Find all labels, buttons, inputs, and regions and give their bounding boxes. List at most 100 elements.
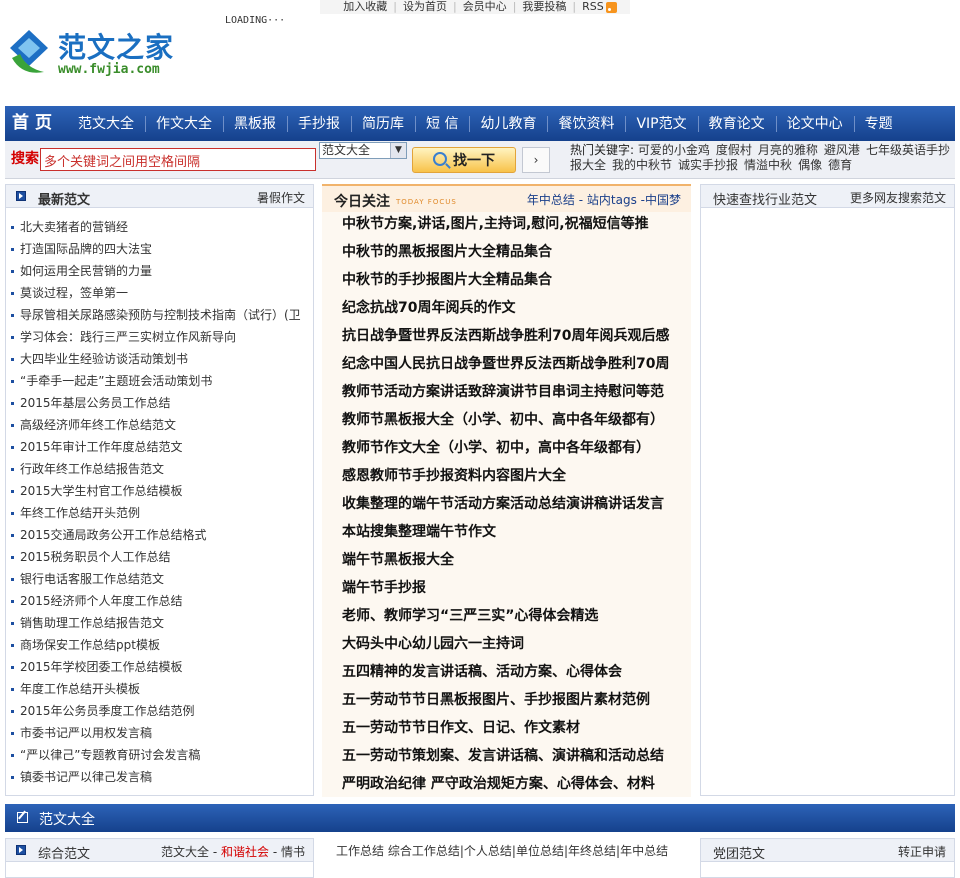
nav-item[interactable]: 餐饮资料 — [547, 106, 625, 141]
site-url[interactable]: www.fwjia.com — [58, 62, 160, 77]
list-item[interactable]: 年终工作总结开头范例 — [9, 502, 313, 524]
summary-link[interactable]: 综合工作总结 — [388, 844, 460, 858]
search-button[interactable]: 找一下 — [412, 147, 516, 173]
list-item[interactable]: 2015交通局政务公开工作总结格式 — [9, 524, 313, 546]
hot-keyword[interactable]: 可爱的小金鸡 — [638, 143, 710, 157]
nav-home[interactable]: 首 页 — [5, 106, 59, 141]
focus-link[interactable]: 站内tags — [587, 193, 637, 207]
hot-keyword[interactable]: 我的中秋节 — [612, 158, 672, 172]
nav-item[interactable]: 短 信 — [415, 106, 469, 141]
search-category-select[interactable]: 范文大全 ▼ — [319, 142, 407, 159]
list-item[interactable]: 市委书记严以用权发言稿 — [9, 722, 313, 744]
focus-link[interactable]: 中国梦 — [645, 193, 681, 207]
list-item[interactable]: 行政年终工作总结报告范文 — [9, 458, 313, 480]
more-link[interactable]: 范文大全 — [161, 845, 209, 859]
add-favorite-link[interactable]: 加入收藏 — [343, 0, 387, 13]
nav-item[interactable]: 黑板报 — [223, 106, 287, 141]
list-item[interactable]: 高级经济师年终工作总结范文 — [9, 414, 313, 436]
more-link[interactable]: 情书 — [281, 845, 305, 859]
list-item[interactable]: 2015税务职员个人工作总结 — [9, 546, 313, 568]
focus-item[interactable]: 教师节活动方案讲话致辞演讲节目串词主持慰问等范 — [342, 381, 691, 409]
hot-keyword[interactable]: 诚实手抄报 — [678, 158, 738, 172]
arrow-box-icon — [16, 845, 26, 855]
panel-more-link[interactable]: 转正申请 — [898, 843, 946, 860]
list-item[interactable]: 打造国际品牌的四大法宝 — [9, 238, 313, 260]
list-item[interactable]: 2015经济师个人年度工作总结 — [9, 590, 313, 612]
nav-item[interactable]: 专题 — [853, 106, 904, 141]
panel-more-link[interactable]: 更多网友搜索范文 — [850, 189, 946, 206]
focus-link[interactable]: 年中总结 — [527, 193, 575, 207]
list-item[interactable]: 北大卖猪者的营销经 — [9, 216, 313, 238]
nav-item[interactable]: 论文中心 — [775, 106, 854, 141]
submit-article-link[interactable]: 我要投稿 — [522, 0, 566, 13]
focus-item[interactable]: 中秋节的手抄报图片大全精品集合 — [342, 269, 691, 297]
hot-keywords: 热门关键字: 可爱的小金鸡 度假村 月亮的雅称 避风港 七年级英语手抄报大全 我的中秋节诚… — [570, 143, 956, 177]
focus-item[interactable]: 老师、教师学习“三严三实”心得体会精选 — [342, 605, 691, 633]
list-item[interactable]: 2015年公务员季度工作总结范例 — [9, 700, 313, 722]
search-input[interactable]: 多个关键词之间用空格间隔 — [40, 148, 316, 171]
focus-item[interactable]: 本站搜集整理端午节作文 — [342, 521, 691, 549]
list-item[interactable]: 2015年学校团委工作总结模板 — [9, 656, 313, 678]
focus-item[interactable]: 纪念抗战70周年阅兵的作文 — [342, 297, 691, 325]
nav-item[interactable]: 作文大全 — [145, 106, 223, 141]
hot-keyword[interactable]: 德育 — [828, 158, 852, 172]
nav-item[interactable]: VIP范文 — [625, 106, 697, 141]
hot-keyword[interactable]: 度假村 — [716, 143, 752, 157]
hot-keyword[interactable]: 偶像 — [798, 158, 822, 172]
set-homepage-link[interactable]: 设为首页 — [403, 0, 447, 13]
member-center-link[interactable]: 会员中心 — [463, 0, 507, 13]
panel-more-link[interactable]: 暑假作文 — [257, 189, 305, 206]
more-link[interactable]: 和谐社会 — [221, 845, 269, 859]
focus-item[interactable]: 五四精神的发言讲话稿、活动方案、心得体会 — [342, 661, 691, 689]
list-item[interactable]: 镇委书记严以律己发言稿 — [9, 766, 313, 788]
focus-item[interactable]: 五一劳动节节日作文、日记、作文素材 — [342, 717, 691, 745]
focus-item[interactable]: 端午节黑板报大全 — [342, 549, 691, 577]
focus-item[interactable]: 教师节作文大全（小学、初中，高中各年级都有） — [342, 437, 691, 465]
focus-item[interactable]: 中秋节方案,讲话,图片,主持词,慰问,祝福短信等推 — [342, 213, 691, 241]
focus-item[interactable]: 收集整理的端午节活动方案活动总结演讲稿讲话发言 — [342, 493, 691, 521]
site-title[interactable]: 范文之家 — [58, 26, 174, 66]
hot-keyword[interactable]: 情溢中秋 — [744, 158, 792, 172]
nav-item[interactable]: 幼儿教育 — [469, 106, 547, 141]
list-item[interactable]: 商场保安工作总结ppt模板 — [9, 634, 313, 656]
list-item[interactable]: 大四毕业生经验访谈活动策划书 — [9, 348, 313, 370]
summary-link[interactable]: 年中总结 — [620, 844, 668, 858]
logo-icon[interactable] — [8, 28, 50, 78]
focus-item[interactable]: 感恩教师节手抄报资料内容图片大全 — [342, 465, 691, 493]
focus-item[interactable]: 五一劳动节策划案、发言讲话稿、演讲稿和活动总结 — [342, 745, 691, 773]
list-item[interactable]: 2015年基层公务员工作总结 — [9, 392, 313, 414]
hot-keyword[interactable]: 月亮的雅称 — [758, 143, 818, 157]
list-item[interactable]: 年度工作总结开头模板 — [9, 678, 313, 700]
focus-item[interactable]: 五一劳动节节日黑板报图片、手抄报图片素材范例 — [342, 689, 691, 717]
focus-item[interactable]: 纪念中国人民抗日战争暨世界反法西斯战争胜利70周 — [342, 353, 691, 381]
summary-link[interactable]: 年终总结 — [568, 844, 616, 858]
rss-link[interactable]: RSS — [582, 0, 617, 13]
hot-keyword[interactable]: 避风港 — [824, 143, 860, 157]
summary-link[interactable]: 工作总结 — [336, 844, 384, 858]
search-more-button[interactable]: › — [522, 147, 550, 173]
focus-item[interactable]: 大码头中心幼儿园六一主持词 — [342, 633, 691, 661]
nav-item[interactable]: 教育论文 — [697, 106, 776, 141]
section-title[interactable]: 范文大全 — [39, 809, 95, 829]
list-item[interactable]: 2015年审计工作年度总结范文 — [9, 436, 313, 458]
list-item[interactable]: 如何运用全民营销的力量 — [9, 260, 313, 282]
list-item[interactable]: 银行电话客服工作总结范文 — [9, 568, 313, 590]
list-item[interactable]: 莫谈过程，签单第一 — [9, 282, 313, 304]
list-item[interactable]: 导尿管相关尿路感染预防与控制技术指南（试行）(卫 — [9, 304, 313, 326]
nav-item[interactable]: 简历库 — [351, 106, 415, 141]
chevron-down-icon: ▼ — [390, 143, 406, 158]
focus-item[interactable]: 严明政治纪律 严守政治规矩方案、心得体会、材料 — [342, 773, 691, 801]
nav-item[interactable]: 手抄报 — [287, 106, 351, 141]
focus-item[interactable]: 教师节黑板报大全（小学、初中、高中各年级都有） — [342, 409, 691, 437]
focus-item[interactable]: 抗日战争暨世界反法西斯战争胜利70周年阅兵观后感 — [342, 325, 691, 353]
list-item[interactable]: 学习体会：践行三严三实树立作风新导向 — [9, 326, 313, 348]
list-item[interactable]: 2015大学生村官工作总结模板 — [9, 480, 313, 502]
nav-item[interactable]: 范文大全 — [67, 106, 145, 141]
list-item[interactable]: “严以律己”专题教育研讨会发言稿 — [9, 744, 313, 766]
list-item[interactable]: “手牵手一起走”主题班会活动策划书 — [9, 370, 313, 392]
list-item[interactable]: 销售助理工作总结报告范文 — [9, 612, 313, 634]
focus-item[interactable]: 端午节手抄报 — [342, 577, 691, 605]
summary-link[interactable]: 单位总结 — [516, 844, 564, 858]
summary-link[interactable]: 个人总结 — [464, 844, 512, 858]
focus-item[interactable]: 中秋节的黑板报图片大全精品集合 — [342, 241, 691, 269]
